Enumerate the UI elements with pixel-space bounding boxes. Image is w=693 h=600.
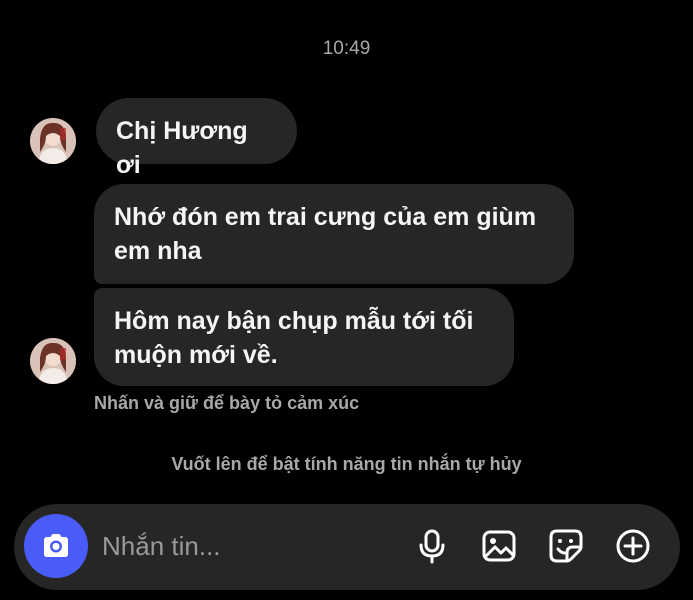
camera-icon: [44, 534, 68, 557]
vanish-mode-hint[interactable]: Vuốt lên để bật tính năng tin nhắn tự hủ…: [0, 454, 693, 475]
message-timestamp: 10:49: [322, 38, 371, 59]
gallery-button[interactable]: [479, 526, 519, 566]
sender-avatar[interactable]: [30, 338, 76, 384]
image-icon: [482, 530, 516, 562]
camera-button[interactable]: [24, 514, 88, 578]
message-composer: Nhắn tin...: [14, 504, 680, 590]
message-text: Chị Hương ơi: [116, 117, 248, 179]
sticker-icon: [549, 529, 583, 563]
reaction-hint: Nhấn và giữ để bày tỏ cảm xúc: [94, 393, 360, 413]
sticker-button[interactable]: [546, 526, 586, 566]
message-bubble[interactable]: Chị Hương ơi: [96, 98, 297, 179]
microphone-icon: [419, 529, 445, 564]
voice-message-button[interactable]: [412, 526, 452, 566]
chat-screen: 10:49 Chị Hương ơi Nhớ đón em trai cưng …: [0, 0, 693, 600]
sender-avatar[interactable]: [30, 118, 76, 164]
message-bubble[interactable]: Hôm nay bận chụp mẫu tới tối muộn mới về…: [94, 288, 514, 386]
avatar-photo: [30, 118, 76, 164]
avatar-photo: [30, 338, 76, 384]
message-text: Nhớ đón em trai cưng của em giùm em nha: [114, 203, 537, 265]
plus-circle-icon: [616, 529, 650, 563]
message-text: Hôm nay bận chụp mẫu tới tối muộn mới về…: [114, 307, 474, 369]
more-options-button[interactable]: [613, 526, 653, 566]
message-input[interactable]: Nhắn tin...: [102, 526, 392, 566]
message-bubble[interactable]: Nhớ đón em trai cưng của em giùm em nha: [94, 184, 574, 284]
